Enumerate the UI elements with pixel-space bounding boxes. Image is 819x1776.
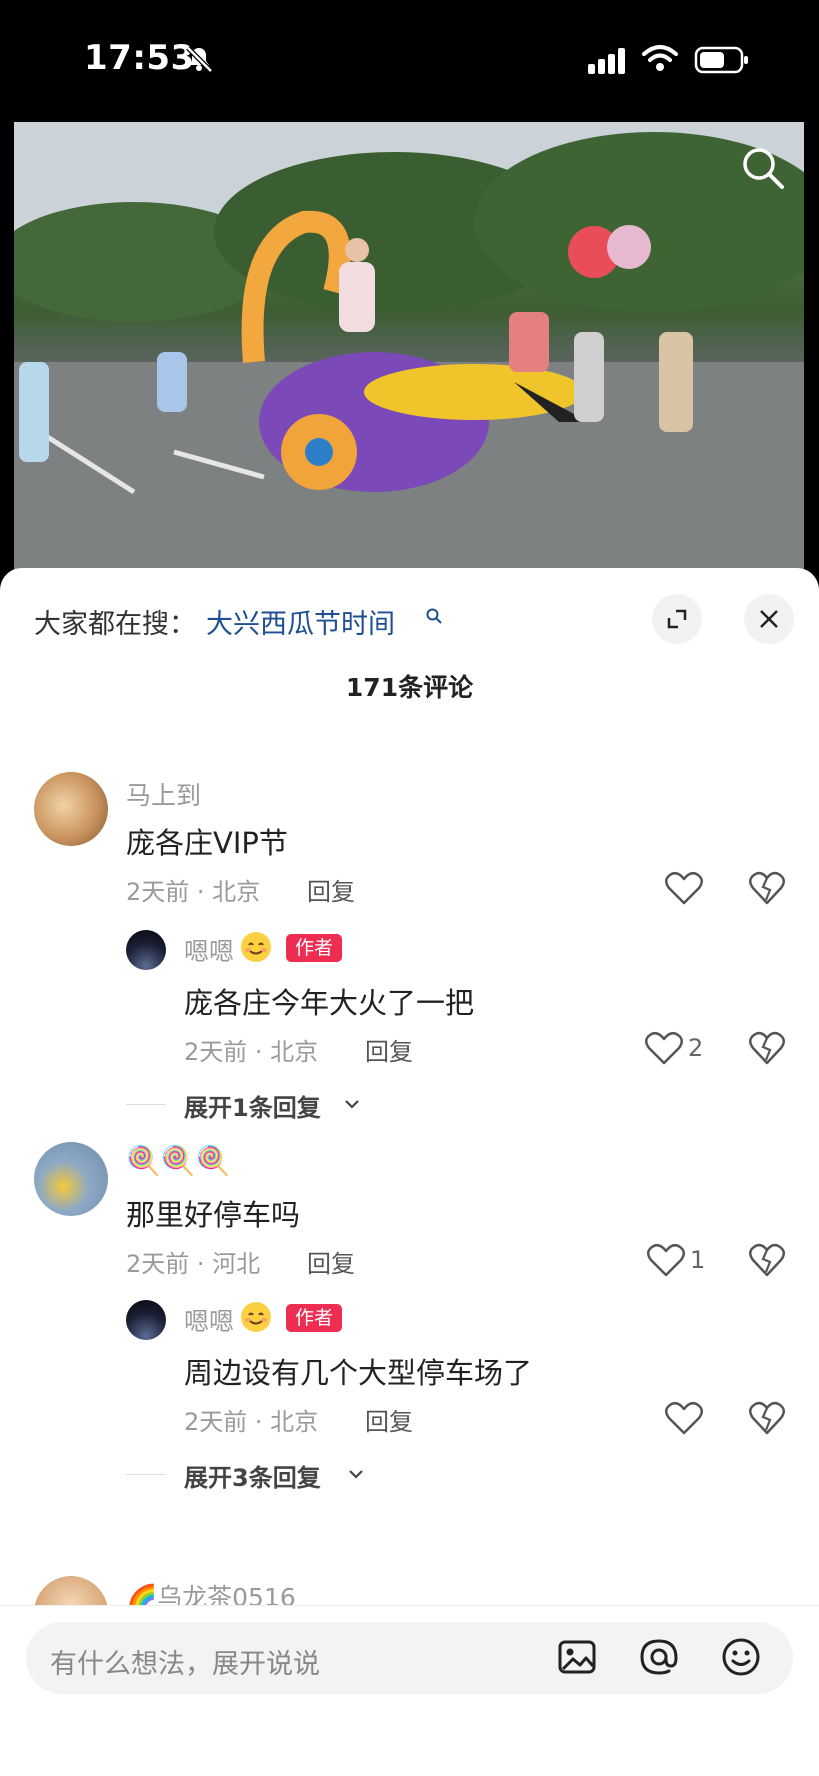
expand-replies-button[interactable]: 展开1条回复	[184, 1088, 321, 1123]
comment-username[interactable]: 马上到	[126, 776, 201, 812]
comment-meta: 2天前 · 河北	[126, 1250, 261, 1278]
comment-input-bar: 有什么想法，展开说说	[0, 1605, 819, 1776]
chevron-down-icon	[345, 1100, 359, 1109]
comment-input[interactable]: 有什么想法，展开说说	[26, 1622, 793, 1694]
broken-heart-icon[interactable]	[748, 1030, 786, 1066]
reply-button[interactable]: 回复	[307, 1244, 355, 1279]
broken-heart-icon[interactable]	[748, 1242, 786, 1278]
expand-icon	[667, 609, 687, 629]
avatar[interactable]	[126, 930, 166, 970]
status-time: 17:53	[84, 38, 195, 78]
like-count: 2	[688, 1034, 704, 1062]
emoji-icon[interactable]	[720, 1636, 762, 1678]
input-placeholder: 有什么想法，展开说说	[50, 1649, 320, 1680]
reply-meta: 2天前 · 北京	[184, 1408, 319, 1436]
hot-search-label: 大家都在搜：	[34, 609, 196, 640]
reply-username[interactable]: 嗯嗯	[184, 1302, 234, 1338]
reply-button[interactable]: 回复	[365, 1402, 413, 1437]
comment-meta: 2天前 · 北京	[126, 878, 261, 906]
reply-meta: 2天前 · 北京	[184, 1038, 319, 1066]
comment-text: 那里好停车吗	[126, 1198, 301, 1232]
reply-button[interactable]: 回复	[365, 1032, 413, 1067]
broken-heart-icon[interactable]	[748, 870, 786, 906]
image-icon[interactable]	[556, 1636, 598, 1678]
reply-text: 庞各庄今年大火了一把	[184, 986, 475, 1020]
close-icon	[760, 610, 778, 628]
avatar[interactable]	[34, 1142, 108, 1216]
author-tag: 作者	[286, 934, 343, 962]
close-button[interactable]	[744, 594, 794, 644]
broken-heart-icon[interactable]	[748, 1400, 786, 1436]
reply-button[interactable]: 回复	[307, 872, 355, 907]
avatar[interactable]	[126, 1300, 166, 1340]
expand-button[interactable]	[652, 594, 702, 644]
search-icon	[426, 608, 442, 624]
chevron-down-icon	[349, 1470, 363, 1479]
expand-replies-button[interactable]: 展开3条回复	[184, 1458, 321, 1493]
reply-text: 周边设有几个大型停车场了	[184, 1356, 533, 1390]
heart-icon[interactable]	[644, 1030, 684, 1066]
bell-off-icon	[186, 46, 213, 73]
status-bar: 17:53	[0, 0, 819, 122]
like-count: 1	[690, 1246, 706, 1274]
heart-icon[interactable]	[664, 1400, 704, 1436]
signal-icon	[588, 48, 625, 74]
smile-emoji-icon	[241, 932, 271, 962]
wifi-icon	[642, 45, 678, 71]
comment-username[interactable]: 🍭🍭🍭	[126, 1144, 231, 1177]
author-tag: 作者	[286, 1304, 343, 1332]
divider	[126, 1474, 166, 1475]
comment-count: 171条评论	[345, 673, 474, 702]
reply-username[interactable]: 嗯嗯	[184, 932, 234, 968]
smile-emoji-icon	[241, 1302, 271, 1332]
video-frame	[14, 122, 804, 570]
search-icon[interactable]	[740, 145, 786, 191]
divider	[126, 1104, 166, 1105]
heart-icon[interactable]	[646, 1242, 686, 1278]
at-icon[interactable]	[638, 1636, 680, 1678]
video-player[interactable]	[14, 122, 804, 570]
comment-text: 庞各庄VIP节	[126, 826, 288, 860]
heart-icon[interactable]	[664, 870, 704, 906]
avatar[interactable]	[34, 772, 108, 846]
comment-sheet: 大家都在搜： 大兴西瓜节时间 171条评论 马上到 庞各庄VIP节 2天前 · …	[0, 568, 819, 1775]
battery-icon	[694, 46, 748, 74]
hot-search-term[interactable]: 大兴西瓜节时间	[206, 602, 395, 641]
